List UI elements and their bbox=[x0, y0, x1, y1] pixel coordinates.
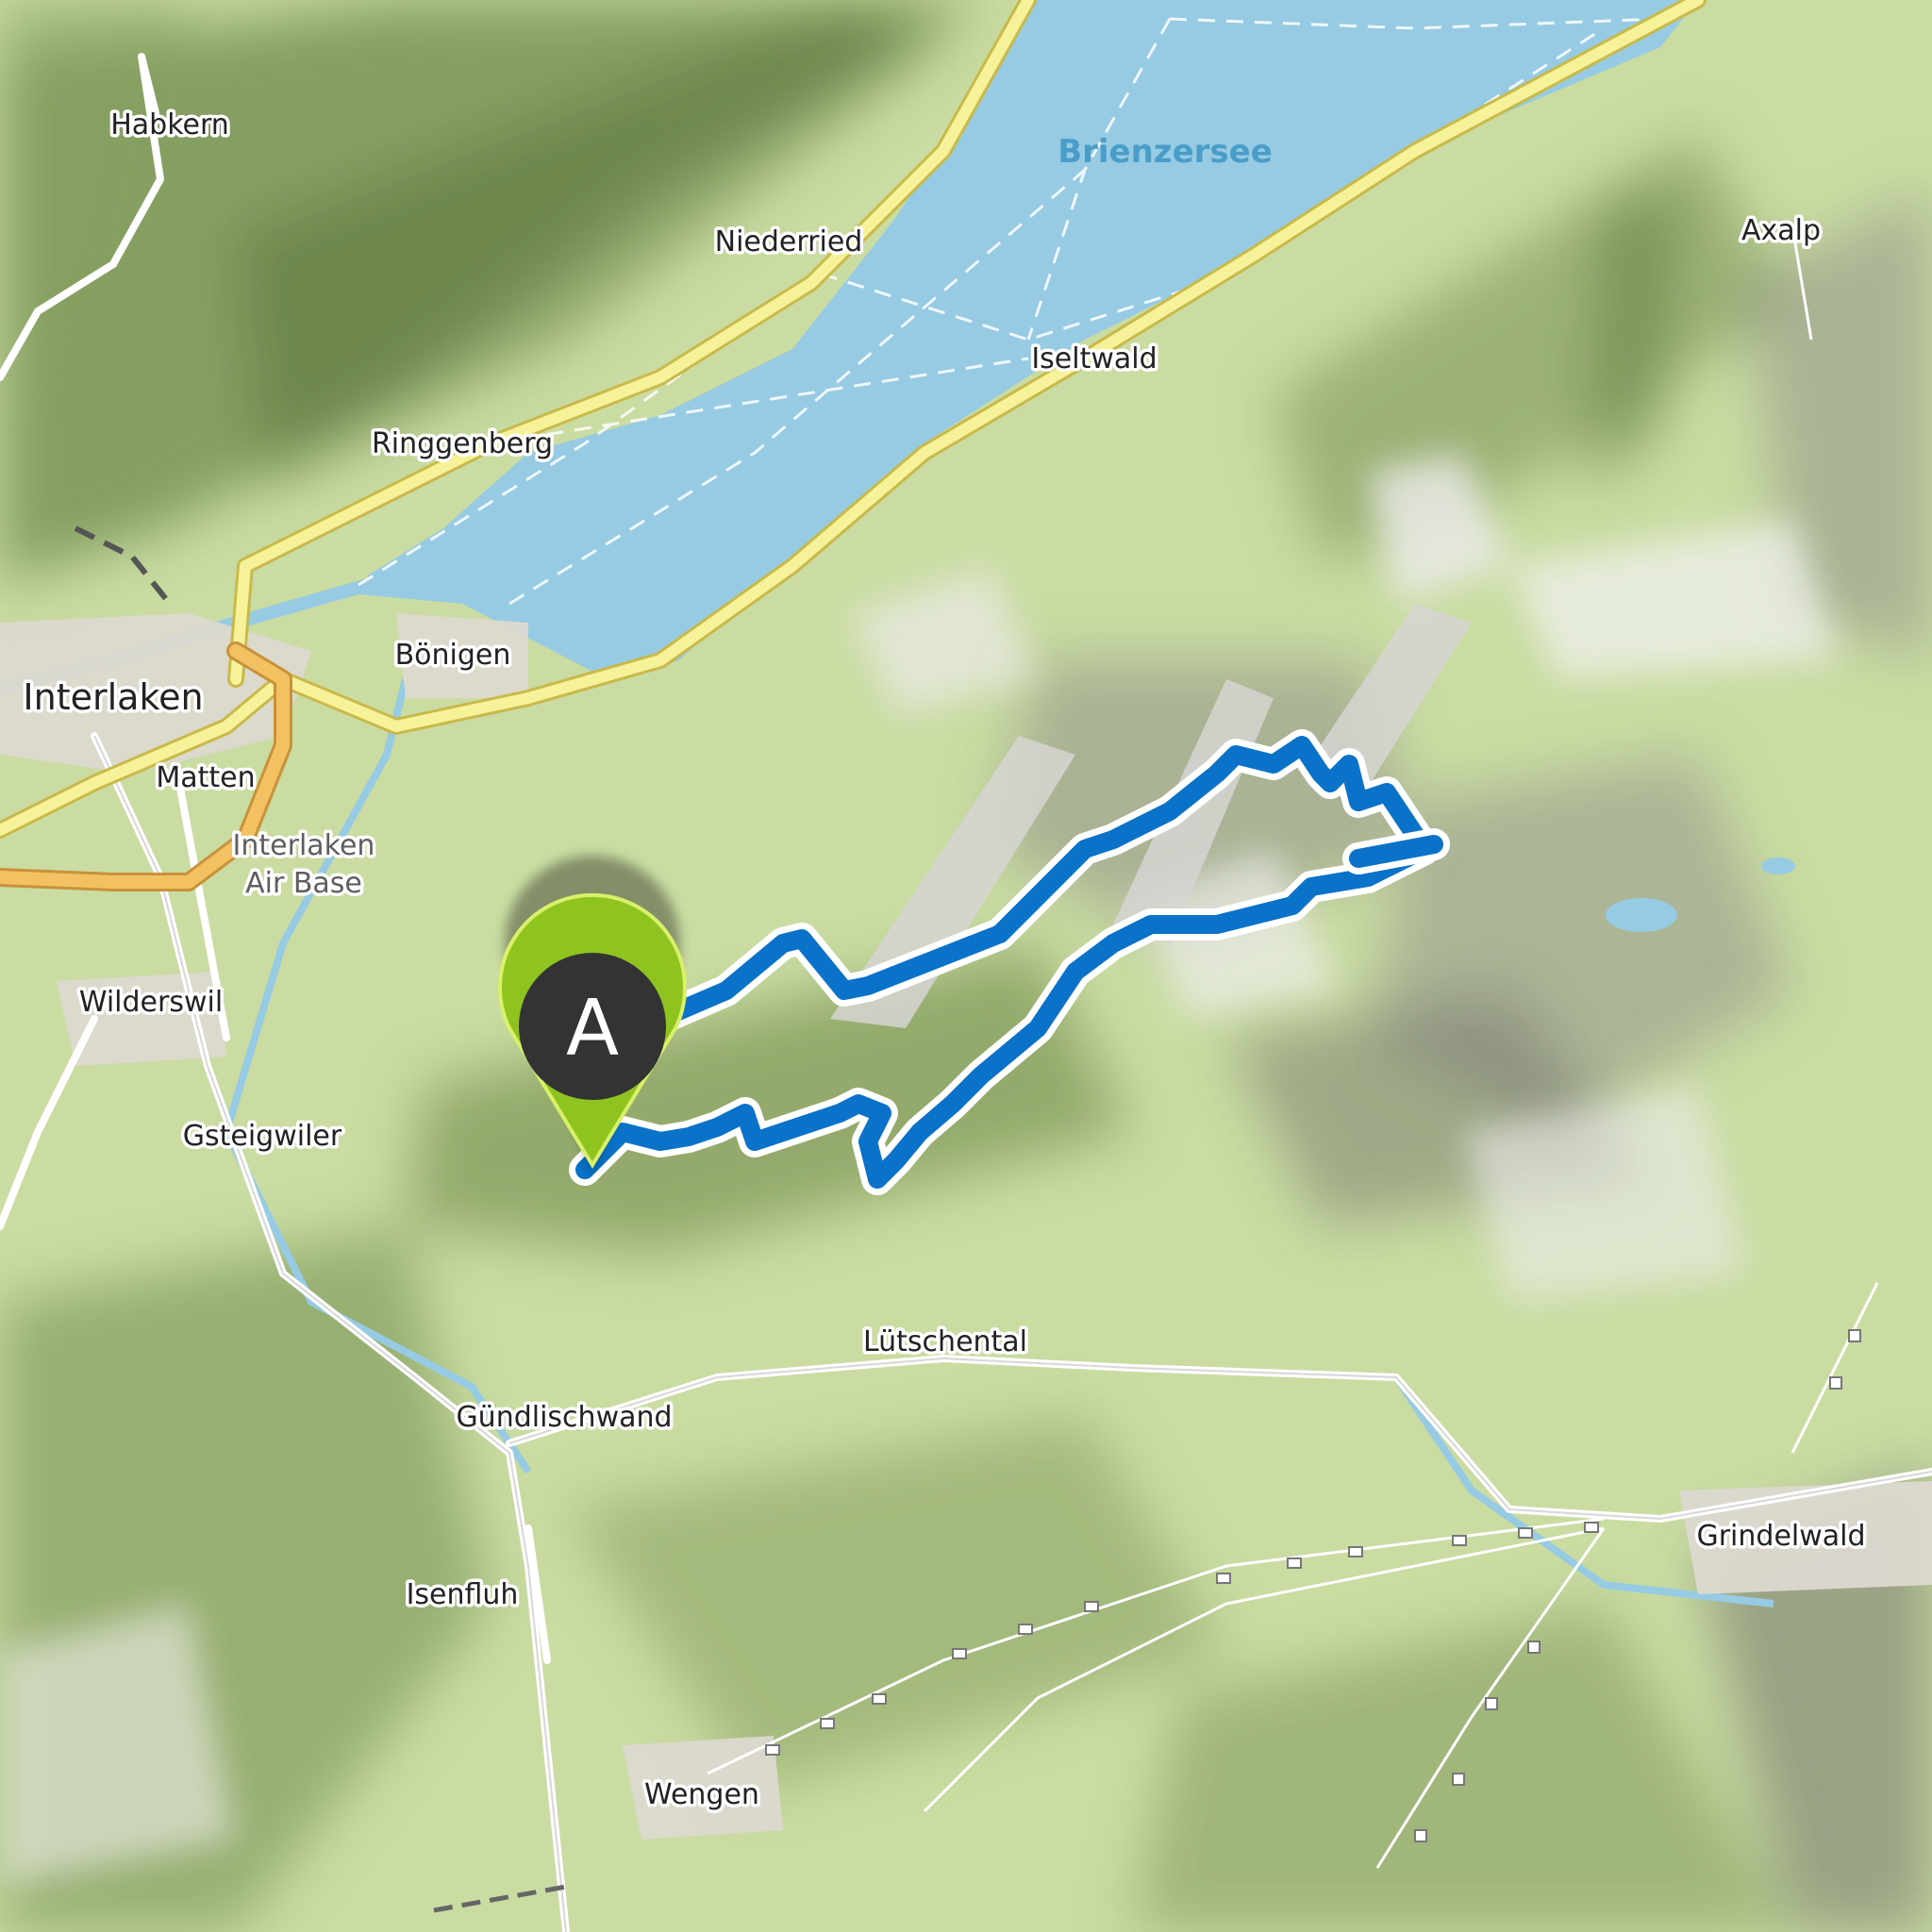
place-label-isenfluh: Isenfluh bbox=[407, 1578, 519, 1611]
small-lake bbox=[1606, 898, 1677, 932]
place-label-matten: Matten bbox=[156, 761, 255, 794]
place-label-luetschental: Lütschental bbox=[863, 1325, 1027, 1358]
place-label-gsteigwiler: Gsteigwiler bbox=[183, 1120, 342, 1153]
place-label-interlaken: Interlaken bbox=[23, 676, 203, 718]
lake-label-brienzersee: Brienzersee bbox=[1058, 133, 1273, 171]
place-label-grindelwald: Grindelwald bbox=[1696, 1520, 1865, 1553]
marker-letter: A bbox=[566, 984, 619, 1074]
place-label-axalp: Axalp bbox=[1741, 214, 1821, 247]
place-label-ringgenberg: Ringgenberg bbox=[372, 427, 553, 460]
place-label-air-base-line1: Interlaken bbox=[233, 829, 375, 862]
place-label-wengen: Wengen bbox=[644, 1778, 759, 1811]
place-label-boenigen: Bönigen bbox=[395, 639, 511, 672]
topographic-map[interactable]: A Brienzersee Habkern Niederried Axalp I… bbox=[0, 0, 1932, 1932]
small-lake bbox=[1761, 858, 1795, 874]
place-label-guendlischwand: Gündlischwand bbox=[456, 1401, 672, 1434]
place-label-habkern: Habkern bbox=[110, 108, 229, 142]
place-label-air-base-line2: Air Base bbox=[245, 867, 362, 900]
place-label-niederried: Niederried bbox=[715, 225, 863, 258]
place-label-iseltwald: Iseltwald bbox=[1031, 342, 1157, 375]
place-label-wilderswil: Wilderswil bbox=[79, 986, 223, 1019]
